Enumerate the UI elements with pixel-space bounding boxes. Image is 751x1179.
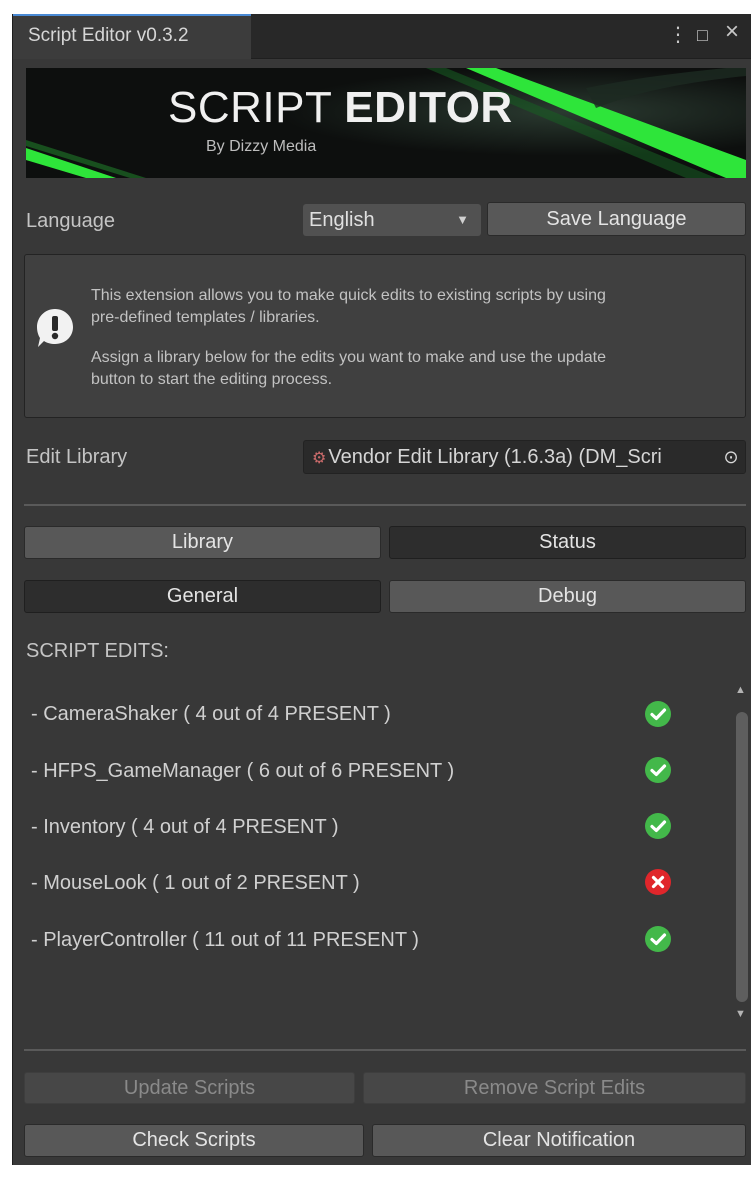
edit-library-value: Vendor Edit Library (1.6.3a) (DM_Scri <box>328 446 662 468</box>
script-editor-window: Script Editor v0.3.2 ⋮ □ × SCRIPT EDITOR… <box>12 14 751 1165</box>
error-x-icon <box>645 869 671 895</box>
check-icon <box>645 813 671 839</box>
tab-debug[interactable]: Debug <box>389 580 746 613</box>
edit-library-object-field[interactable]: ⚙ Vendor Edit Library (1.6.3a) (DM_Scri ⊙ <box>303 440 746 474</box>
chevron-down-icon: ▼ <box>456 212 469 227</box>
language-dropdown[interactable]: English ▼ <box>303 204 481 236</box>
language-selected: English <box>309 209 375 231</box>
script-edit-item: - Inventory ( 4 out of 4 PRESENT ) <box>31 816 339 838</box>
script-edit-item: - CameraShaker ( 4 out of 4 PRESENT ) <box>31 703 391 725</box>
more-menu-icon[interactable]: ⋮ <box>668 24 688 46</box>
check-icon <box>645 926 671 952</box>
close-icon[interactable]: × <box>725 20 739 44</box>
help-paragraph-1: This extension allows you to make quick … <box>91 287 606 326</box>
scriptable-object-icon: ⚙ <box>312 450 327 467</box>
script-editor-banner: SCRIPT EDITOR By Dizzy Media <box>26 68 746 178</box>
window-tab[interactable]: Script Editor v0.3.2 <box>13 14 251 59</box>
script-edits-scrollbar[interactable]: ▲ ▼ <box>732 678 751 1023</box>
script-edits-heading: SCRIPT EDITS: <box>26 640 169 662</box>
scroll-down-icon[interactable]: ▼ <box>735 1008 746 1020</box>
object-picker-icon[interactable]: ⊙ <box>717 441 745 473</box>
maximize-icon[interactable]: □ <box>697 24 708 46</box>
separator <box>24 1049 746 1051</box>
banner-subtitle: By Dizzy Media <box>206 138 317 155</box>
check-icon <box>645 757 671 783</box>
scrollbar-thumb[interactable] <box>736 712 748 1002</box>
remove-script-edits-button[interactable]: Remove Script Edits <box>363 1072 746 1104</box>
tab-status[interactable]: Status <box>389 526 746 559</box>
clear-notification-button[interactable]: Clear Notification <box>372 1124 746 1157</box>
tab-general[interactable]: General <box>24 580 381 613</box>
update-scripts-button[interactable]: Update Scripts <box>24 1072 355 1104</box>
scroll-up-icon[interactable]: ▲ <box>735 684 746 696</box>
warning-icon <box>37 309 73 347</box>
script-edit-item: - PlayerController ( 11 out of 11 PRESEN… <box>31 929 419 951</box>
save-language-button[interactable]: Save Language <box>487 202 746 236</box>
script-edit-item: - HFPS_GameManager ( 6 out of 6 PRESENT … <box>31 760 455 782</box>
tab-library[interactable]: Library <box>24 526 381 559</box>
info-help-box: This extension allows you to make quick … <box>24 254 746 418</box>
banner-title: SCRIPT EDITOR <box>168 83 513 132</box>
language-label: Language <box>26 210 115 232</box>
check-scripts-button[interactable]: Check Scripts <box>24 1124 364 1157</box>
check-icon <box>645 701 671 727</box>
edit-library-label: Edit Library <box>26 446 128 468</box>
script-edit-item: - MouseLook ( 1 out of 2 PRESENT ) <box>31 872 360 894</box>
window-tab-bar: Script Editor v0.3.2 ⋮ □ × <box>13 14 751 59</box>
help-paragraph-2: Assign a library below for the edits you… <box>91 349 606 388</box>
separator <box>24 504 746 506</box>
